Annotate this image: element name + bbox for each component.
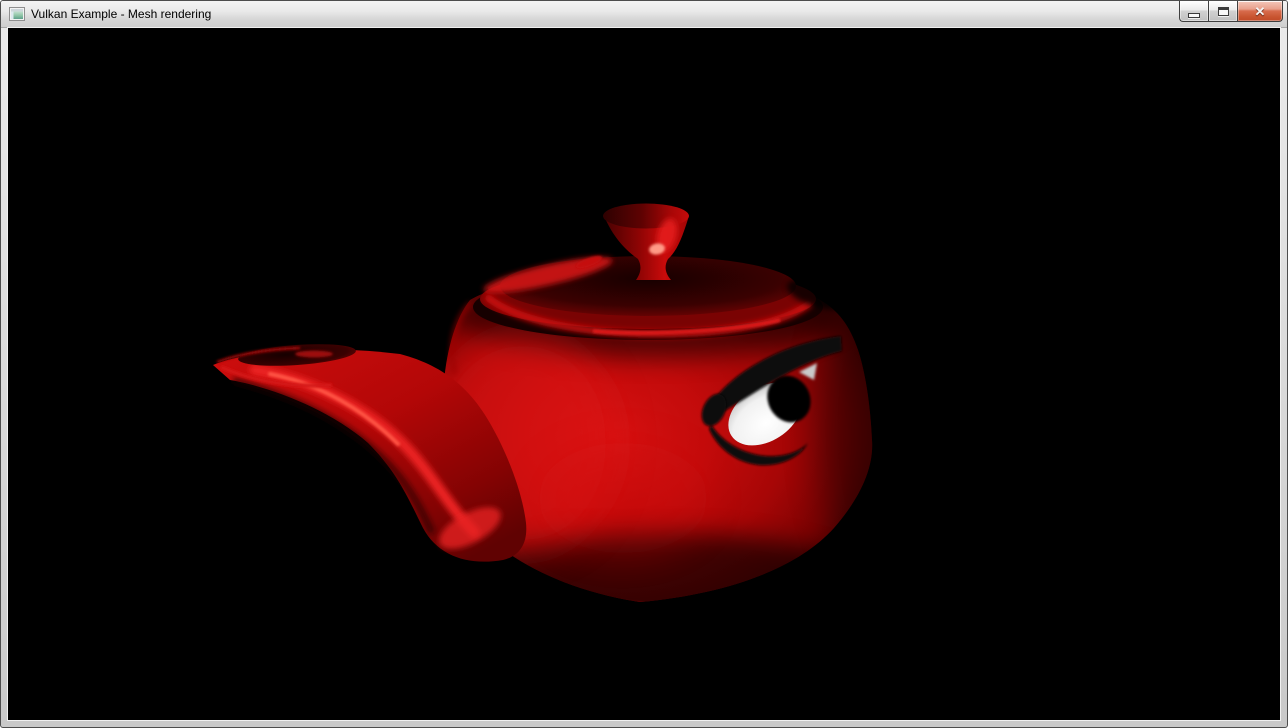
close-button[interactable]: ✕ [1237, 1, 1283, 22]
application-window: Vulkan Example - Mesh rendering ✕ [0, 0, 1288, 728]
window-controls: ✕ [1179, 1, 1283, 22]
title-bar[interactable]: Vulkan Example - Mesh rendering ✕ [1, 1, 1287, 28]
window-frame [1, 28, 1287, 727]
window-close-icon: ✕ [1255, 5, 1266, 18]
window-minimize-icon [1188, 13, 1200, 18]
minimize-button[interactable] [1179, 1, 1208, 22]
application-window-icon[interactable] [9, 6, 25, 22]
maximize-button[interactable] [1208, 1, 1237, 22]
teapot-3d-object [8, 28, 1280, 720]
window-maximize-icon [1218, 7, 1229, 16]
window-title: Vulkan Example - Mesh rendering [31, 1, 211, 28]
vulkan-render-viewport[interactable] [8, 28, 1280, 720]
